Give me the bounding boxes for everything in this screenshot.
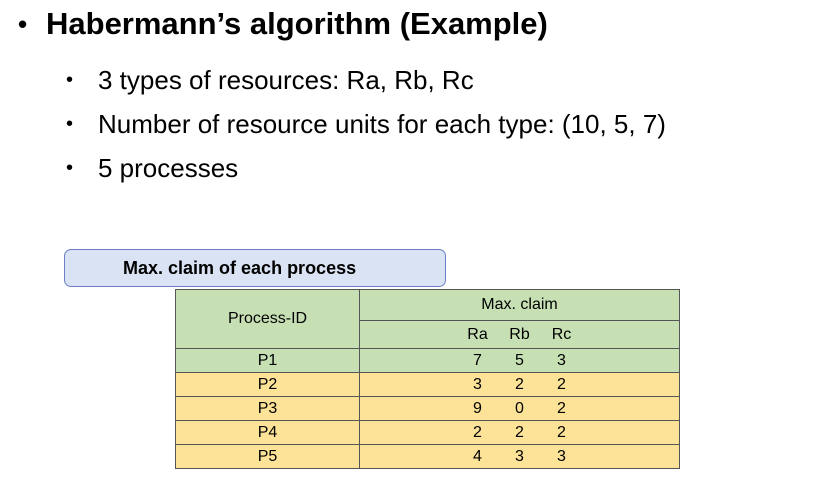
rc-value: 2 [557, 375, 566, 393]
title-bullet: • [18, 8, 28, 39]
resource-headers: Ra Rb Rc [359, 320, 680, 349]
ra-value: 7 [473, 351, 482, 369]
table-caption: Max. claim of each process [123, 258, 357, 278]
pid-cell: P2 [175, 372, 360, 397]
max-claim-table: Process-ID Max. claim Ra Rb Rc P1 7 5 3 … [175, 289, 680, 469]
claim-cell: 2 2 2 [359, 420, 680, 445]
bullet-dot: • [66, 112, 74, 135]
ra-value: 9 [473, 399, 482, 417]
bullet-list: • 3 types of resources: Ra, Rb, Rc • Num… [66, 58, 666, 190]
bullet-item: • 5 processes [66, 146, 666, 190]
rb-value: 2 [515, 375, 524, 393]
rb-value: 0 [515, 399, 524, 417]
pid-cell: P4 [175, 420, 360, 445]
rc-value: 2 [557, 399, 566, 417]
rb-header: Rb [509, 325, 530, 343]
slide-title: • Habermann’s algorithm (Example) [18, 6, 548, 42]
table-row: P2 3 2 2 [175, 372, 680, 397]
pid-cell: P5 [175, 444, 360, 469]
rc-value: 3 [557, 351, 566, 369]
rc-header: Rc [551, 325, 572, 343]
table-row: P3 9 0 2 [175, 396, 680, 421]
rb-value: 2 [515, 423, 524, 441]
rc-value: 3 [557, 447, 566, 465]
claim-cell: 7 5 3 [359, 348, 680, 373]
rb-value: 3 [515, 447, 524, 465]
ra-value: 2 [473, 423, 482, 441]
rb-value: 5 [515, 351, 524, 369]
pid-cell: P1 [175, 348, 360, 373]
title-text: Habermann’s algorithm (Example) [46, 6, 548, 41]
bullet-item: • Number of resource units for each type… [66, 102, 666, 146]
claim-cell: 3 2 2 [359, 372, 680, 397]
ra-value: 4 [473, 447, 482, 465]
bullet-item: • 3 types of resources: Ra, Rb, Rc [66, 58, 666, 102]
pid-header: Process-ID [175, 289, 360, 349]
bullet-dot: • [66, 156, 74, 179]
max-claim-header: Max. claim [359, 289, 680, 321]
claim-cell: 9 0 2 [359, 396, 680, 421]
rc-value: 2 [557, 423, 566, 441]
bullet-text: Number of resource units for each type: … [98, 108, 666, 139]
bullet-text: 3 types of resources: Ra, Rb, Rc [98, 64, 474, 95]
table-row: P1 7 5 3 [175, 348, 680, 373]
ra-value: 3 [473, 375, 482, 393]
bullet-dot: • [66, 68, 74, 91]
bullet-text: 5 processes [98, 152, 239, 183]
table-row: P5 4 3 3 [175, 444, 680, 469]
pid-cell: P3 [175, 396, 360, 421]
claim-cell: 4 3 3 [359, 444, 680, 469]
table-row: P4 2 2 2 [175, 420, 680, 445]
table-caption-box: Max. claim of each process [64, 249, 446, 287]
ra-header: Ra [467, 325, 488, 343]
